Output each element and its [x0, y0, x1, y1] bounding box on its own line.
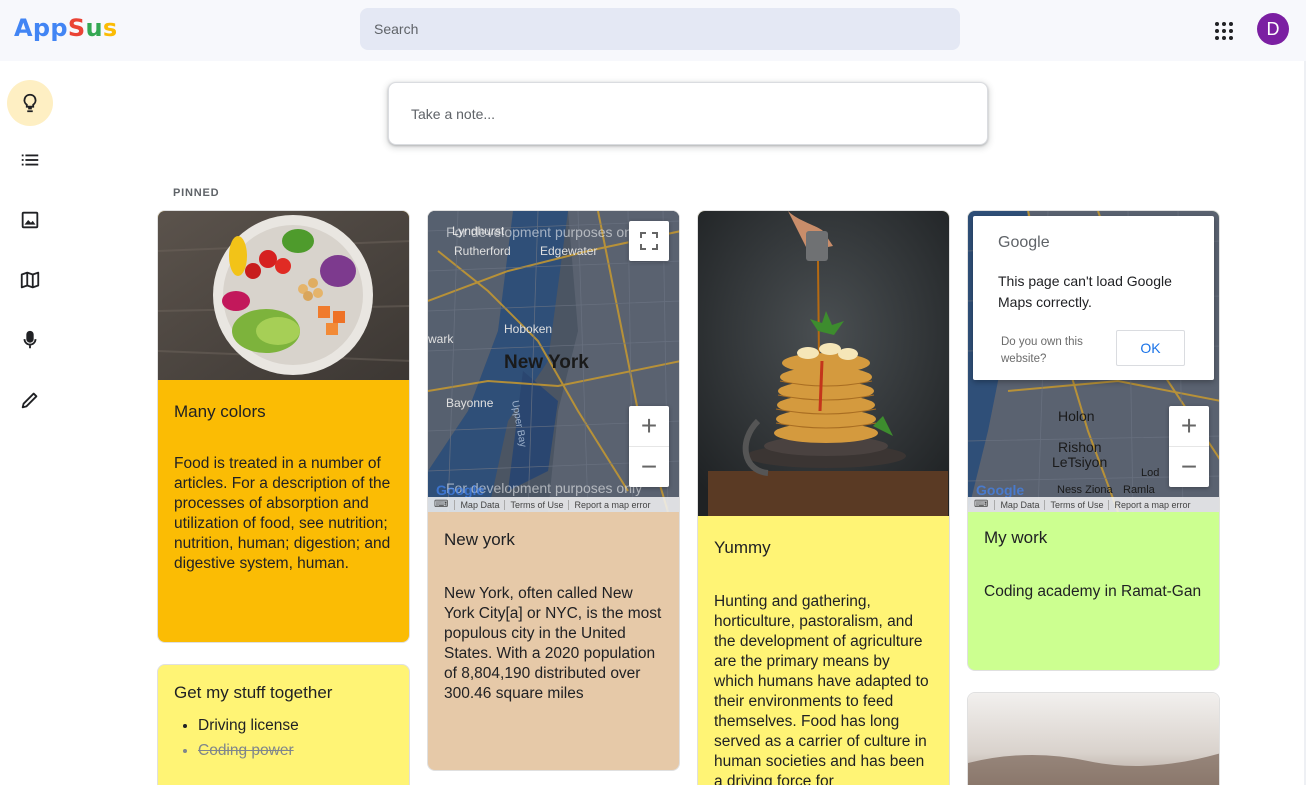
todo-item-done[interactable]: Coding power [198, 738, 409, 763]
zoom-in-button[interactable]: + [1169, 406, 1209, 446]
sidebar-item-todos[interactable] [7, 137, 53, 183]
terms-link[interactable]: Terms of Use [504, 499, 568, 510]
note-body: Coding academy in Ramat-Gan [984, 583, 1202, 600]
map-view[interactable]: Holon Rishon LeTsiyon Ness Ziona Ramla L… [968, 211, 1219, 512]
svg-text:Rishon: Rishon [1058, 439, 1102, 455]
logo-letter: S [67, 14, 86, 42]
svg-text:Ramla: Ramla [1123, 484, 1156, 496]
svg-text:wark: wark [428, 332, 454, 346]
todo-list: Driving license Coding power [158, 713, 409, 763]
terms-link[interactable]: Terms of Use [1044, 499, 1108, 510]
search-input[interactable] [360, 8, 960, 50]
svg-text:LeTsiyon: LeTsiyon [1052, 454, 1107, 470]
note-card-my-work[interactable]: Holon Rishon LeTsiyon Ness Ziona Ramla L… [967, 210, 1220, 671]
note-card-get-my-stuff[interactable]: Get my stuff together Driving license Co… [157, 664, 410, 785]
google-map-logo: Google [436, 482, 485, 498]
svg-text:Ness Ziona: Ness Ziona [1057, 484, 1114, 496]
logo-letter: u [85, 14, 103, 42]
pencil-icon [21, 392, 38, 409]
note-title: New york [444, 530, 515, 549]
map-footer: ⌨ Map Data Terms of Use Report a map err… [428, 497, 679, 512]
pinned-section-label: PINNED [173, 187, 220, 199]
lightbulb-icon [23, 93, 37, 113]
note-image [698, 211, 949, 516]
sidebar-item-notes[interactable] [7, 80, 53, 126]
svg-text:Rutherford: Rutherford [454, 244, 511, 258]
sidebar-item-audio[interactable] [7, 317, 53, 363]
svg-text:Lod: Lod [1141, 467, 1159, 479]
note-title: Many colors [174, 402, 266, 421]
note-title: My work [984, 528, 1048, 547]
fullscreen-button[interactable] [629, 221, 669, 261]
logo-letter: s [102, 14, 118, 42]
note-card-new-york[interactable]: Lyndhurst Rutherford Edgewater Hoboken N… [427, 210, 680, 771]
note-card-image[interactable] [967, 692, 1220, 785]
logo-letter: p [50, 14, 68, 42]
zoom-control: + − [629, 406, 669, 487]
apps-grid-icon[interactable] [1208, 16, 1236, 44]
google-logo: Google [998, 234, 1050, 251]
zoom-control: + − [1169, 406, 1209, 487]
svg-text:Holon: Holon [1058, 408, 1095, 424]
logo-letter: A [14, 14, 33, 42]
svg-text:Edgewater: Edgewater [540, 244, 597, 258]
note-body: Food is treated in a number of articles.… [174, 455, 391, 572]
note-body: Hunting and gathering, horticulture, pas… [714, 593, 929, 785]
map-footer: ⌨ Map Data Terms of Use Report a map err… [968, 497, 1219, 512]
svg-text:New York: New York [504, 352, 589, 373]
map-icon [20, 271, 40, 289]
google-map-logo: Google [976, 482, 1025, 498]
list-icon [21, 154, 39, 166]
note-title: Yummy [714, 538, 771, 557]
note-card-yummy[interactable]: Yummy Hunting and gathering, horticultur… [697, 210, 950, 785]
todo-item[interactable]: Driving license [198, 713, 409, 738]
maps-error-message: This page can't load Google Maps correct… [998, 273, 1172, 310]
microphone-icon [23, 330, 37, 349]
svg-text:Hoboken: Hoboken [504, 322, 552, 336]
note-title: Get my stuff together [174, 683, 333, 702]
image-icon [21, 211, 39, 229]
note-image [158, 211, 409, 380]
maps-error-dialog: Google This page can't load Google Maps … [973, 216, 1214, 380]
sidebar-item-draw[interactable] [7, 377, 53, 423]
ok-button[interactable]: OK [1116, 330, 1185, 366]
keyboard-icon[interactable]: ⌨ [972, 499, 994, 510]
sidebar-item-maps[interactable] [7, 257, 53, 303]
app-logo[interactable]: AppSus [14, 14, 117, 42]
keyboard-icon[interactable]: ⌨ [432, 499, 454, 510]
note-image [968, 693, 1219, 785]
zoom-in-button[interactable]: + [629, 406, 669, 446]
sidebar-item-images[interactable] [7, 197, 53, 243]
take-note-input[interactable] [388, 82, 988, 145]
svg-text:Bayonne: Bayonne [446, 396, 494, 410]
note-body: New York, often called New York City[a] … [444, 585, 662, 702]
map-data-link[interactable]: Map Data [994, 499, 1044, 510]
report-map-error-link[interactable]: Report a map error [1108, 499, 1195, 510]
map-view[interactable]: Lyndhurst Rutherford Edgewater Hoboken N… [428, 211, 679, 512]
map-data-link[interactable]: Map Data [454, 499, 504, 510]
app-header: AppSus D [0, 0, 1306, 61]
fullscreen-icon [640, 232, 658, 250]
logo-letter: p [32, 14, 51, 42]
zoom-out-button[interactable]: − [1169, 446, 1209, 486]
note-card-many-colors[interactable]: Many colors Food is treated in a number … [157, 210, 410, 643]
report-map-error-link[interactable]: Report a map error [568, 499, 655, 510]
zoom-out-button[interactable]: − [629, 446, 669, 486]
map-watermark: For development purposes only [446, 224, 643, 240]
avatar[interactable]: D [1257, 13, 1289, 45]
own-website-text: Do you own this website? [1001, 336, 1083, 365]
